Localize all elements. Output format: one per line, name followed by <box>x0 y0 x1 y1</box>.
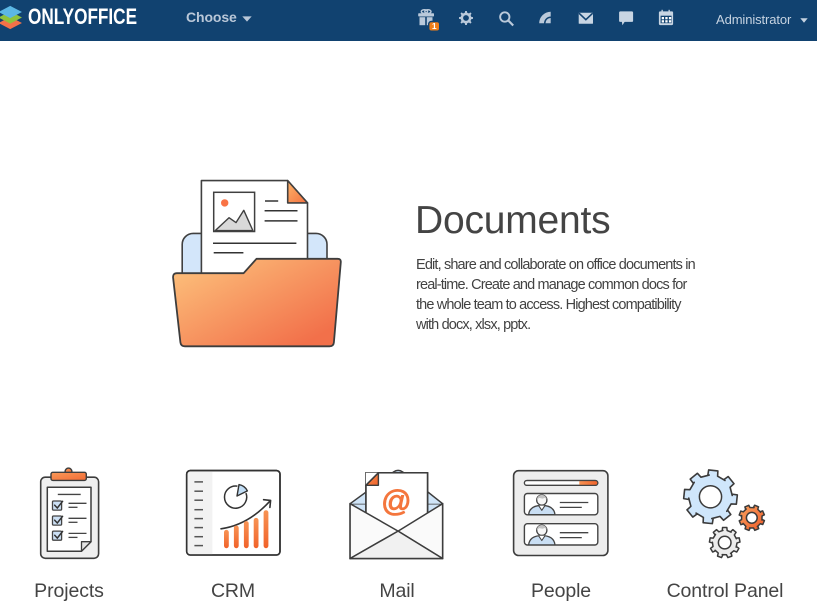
svg-text:1: 1 <box>432 21 437 31</box>
svg-text:@: @ <box>381 485 411 518</box>
